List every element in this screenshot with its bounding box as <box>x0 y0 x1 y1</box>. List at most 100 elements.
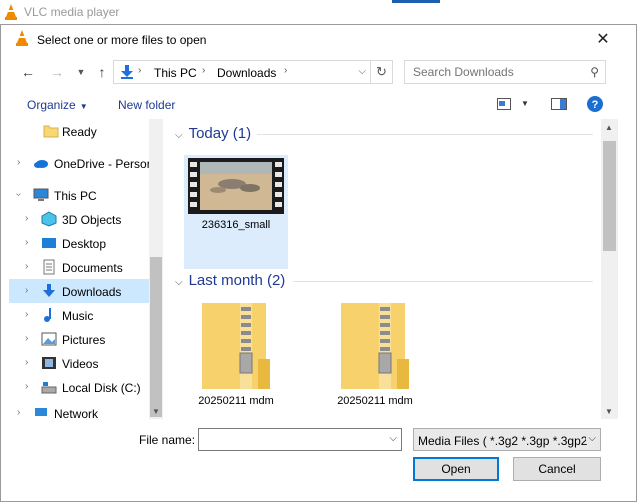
file-tile-zip[interactable]: 20250211 mdm <box>184 303 288 417</box>
downloads-arrow-icon <box>121 65 133 79</box>
scroll-down-icon[interactable]: ▼ <box>605 407 613 416</box>
refresh-icon[interactable]: ↻ <box>370 61 392 83</box>
search-input[interactable] <box>413 62 583 82</box>
file-name-label: File name: <box>139 433 196 447</box>
address-segment-downloads[interactable]: Downloads <box>217 66 276 80</box>
file-name: 20250211 mdm <box>198 395 274 407</box>
tree-item-ready[interactable]: Ready <box>9 119 149 143</box>
address-segment-this-pc[interactable]: This PC <box>154 66 197 80</box>
open-file-dialog: Select one or more files to open ✕ ← → ▼… <box>0 24 637 502</box>
file-name: 236316_small <box>201 219 271 231</box>
expand-chevron-icon[interactable]: › <box>17 407 20 418</box>
up-button[interactable]: ↑ <box>92 62 112 82</box>
local-disk-icon <box>41 382 57 394</box>
file-name-input[interactable] <box>203 430 383 449</box>
view-options-dropdown-icon[interactable]: ▼ <box>521 99 529 108</box>
tree-item-pictures[interactable]: › Pictures <box>9 327 149 351</box>
dialog-title: Select one or more files to open <box>37 33 207 47</box>
scroll-up-icon[interactable]: ▲ <box>605 123 613 132</box>
tree-item-videos[interactable]: › Videos <box>9 351 149 375</box>
file-list-scrollbar-thumb[interactable] <box>603 141 616 251</box>
tree-item-label: Downloads <box>62 285 122 299</box>
file-tile-video[interactable]: 236316_small <box>184 155 288 269</box>
group-header-today[interactable]: ⌵ Today (1) <box>175 125 251 142</box>
file-name-dropdown-icon[interactable]: ⌵ <box>389 433 397 444</box>
videos-icon <box>42 357 56 369</box>
expand-chevron-icon[interactable]: › <box>17 157 20 168</box>
tree-item-label: 3D Objects <box>62 213 122 227</box>
tree-item-music[interactable]: › Music <box>9 303 149 327</box>
toolbar: Organize ▼ New folder ▼ ? <box>1 91 636 119</box>
tree-item-label: Local Disk (C:) <box>62 381 141 395</box>
this-pc-icon <box>33 188 49 201</box>
expand-chevron-icon[interactable]: › <box>25 237 28 248</box>
address-chevron-icon: › <box>138 65 142 76</box>
tree-item-label: Videos <box>62 357 99 371</box>
group-header-last-month[interactable]: ⌵ Last month (2) <box>175 272 285 289</box>
file-type-dropdown-icon[interactable]: ⌵ <box>586 433 596 444</box>
organize-button[interactable]: Organize ▼ <box>27 98 88 112</box>
vlc-accent-strip <box>392 0 440 3</box>
address-dropdown-icon[interactable]: ⌵ <box>358 66 366 77</box>
tree-item-label: Pictures <box>62 333 106 347</box>
file-type-select[interactable]: Media Files ( *.3g2 *.3gp *.3gp2 ⌵ <box>413 428 601 451</box>
tree-item-label: Ready <box>62 125 97 139</box>
desktop-icon <box>42 238 56 248</box>
file-name: 20250211 mdm <box>337 395 413 407</box>
tree-item-downloads[interactable]: › Downloads <box>9 279 149 303</box>
recent-locations-button[interactable]: ▼ <box>71 62 91 82</box>
new-folder-button[interactable]: New folder <box>118 98 175 112</box>
vlc-cone-icon <box>5 4 17 20</box>
group-divider <box>257 134 593 135</box>
tree-item-3d-objects[interactable]: › 3D Objects <box>9 207 149 231</box>
expand-chevron-icon[interactable]: › <box>25 333 28 344</box>
cancel-button[interactable]: Cancel <box>513 457 601 481</box>
tree-item-onedrive[interactable]: › OneDrive - Persor <box>9 151 151 175</box>
file-tile-zip[interactable]: 20250211 mdm <box>323 303 427 417</box>
expand-chevron-icon[interactable]: › <box>25 213 28 224</box>
3d-objects-icon <box>41 211 57 227</box>
navigation-pane: Ready › OneDrive - Persor › This PC › 3D… <box>9 119 164 419</box>
collapse-chevron-icon[interactable]: › <box>13 193 24 196</box>
file-type-value: Media Files ( *.3g2 *.3gp *.3gp2 <box>418 434 588 448</box>
open-button[interactable]: Open <box>413 457 499 481</box>
expand-chevron-icon[interactable]: › <box>25 261 28 272</box>
close-button[interactable]: ✕ <box>589 27 617 53</box>
tree-item-label: Network <box>54 407 99 419</box>
change-view-icon[interactable] <box>497 98 511 110</box>
forward-button[interactable]: → <box>47 62 67 82</box>
address-chevron-icon: › <box>284 65 288 76</box>
music-icon <box>44 308 51 322</box>
tree-item-label: Music <box>62 309 94 323</box>
address-bar[interactable]: › This PC › Downloads › ⌵ ↻ <box>113 60 393 84</box>
group-divider <box>293 281 593 282</box>
search-icon: ⚲ <box>590 65 599 79</box>
folder-icon <box>43 125 59 138</box>
tree-item-this-pc[interactable]: › This PC <box>9 183 149 207</box>
tree-item-label: OneDrive - Persor <box>54 157 151 171</box>
video-thumbnail <box>188 158 284 214</box>
expand-chevron-icon[interactable]: › <box>25 381 28 392</box>
expand-chevron-icon[interactable]: › <box>25 357 28 368</box>
expand-chevron-icon[interactable]: › <box>25 285 28 296</box>
tree-scroll-down-icon[interactable]: ▼ <box>152 407 160 416</box>
tree-item-documents[interactable]: › Documents <box>9 255 149 279</box>
zip-folder-icon <box>341 303 409 389</box>
file-list: ⌵ Today (1) 236316_small ⌵ Last month (2) <box>167 119 601 419</box>
documents-icon <box>43 259 55 275</box>
tree-item-local-disk[interactable]: › Local Disk (C:) <box>9 375 149 399</box>
expand-chevron-icon[interactable]: › <box>25 309 28 320</box>
onedrive-icon <box>34 160 48 168</box>
tree-scrollbar-thumb[interactable] <box>150 257 162 417</box>
vlc-titlebar: VLC media player <box>0 0 637 24</box>
tree-item-label: This PC <box>54 189 97 203</box>
tree-item-network[interactable]: › Network <box>9 401 149 419</box>
preview-pane-icon[interactable] <box>551 98 567 110</box>
help-icon[interactable]: ? <box>587 96 603 112</box>
tree-item-label: Desktop <box>62 237 107 251</box>
back-button[interactable]: ← <box>18 62 38 82</box>
file-name-combobox[interactable]: ⌵ <box>198 428 402 451</box>
search-box[interactable]: ⚲ <box>404 60 606 84</box>
downloads-icon <box>43 284 55 297</box>
tree-item-desktop[interactable]: › Desktop <box>9 231 149 255</box>
